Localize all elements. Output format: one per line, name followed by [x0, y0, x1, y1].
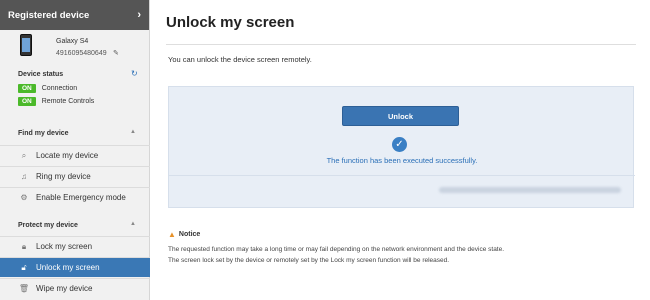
status-row-connection: ON Connection: [18, 84, 77, 93]
sidebar-item-locate[interactable]: ⌕ Locate my device: [0, 145, 150, 165]
sidebar-item-label: Ring my device: [36, 172, 91, 181]
refresh-icon[interactable]: ↻: [131, 69, 138, 78]
sidebar-item-label: Enable Emergency mode: [36, 193, 126, 202]
sidebar: Registered device › Galaxy S4 4916095480…: [0, 0, 150, 300]
unlock-icon: 🔓︎: [21, 262, 27, 272]
edit-icon[interactable]: ✎: [113, 49, 119, 57]
page-description: You can unlock the device screen remotel…: [168, 55, 312, 64]
on-badge: ON: [18, 97, 36, 106]
main-content: Unlock my screen You can unlock the devi…: [150, 0, 650, 300]
device-number: 4916095480649: [56, 50, 107, 57]
status-label: Connection: [41, 85, 78, 92]
notice-line: The screen lock set by the device or rem…: [168, 257, 450, 264]
notice-label: Notice: [178, 231, 201, 238]
protect-my-device-title: Protect my device: [18, 222, 78, 229]
action-panel: Unlock ✓ The function has been executed …: [168, 86, 635, 208]
sidebar-item-label: Unlock my screen: [36, 263, 100, 272]
collapse-caret-icon[interactable]: ▲: [130, 221, 136, 227]
sidebar-item-emergency[interactable]: ⚙ Enable Emergency mode: [0, 187, 150, 207]
registered-device-title: Registered device: [8, 9, 90, 21]
divider: [169, 175, 635, 176]
collapse-caret-icon[interactable]: ▲: [130, 129, 136, 135]
device-status-title: Device status: [18, 71, 64, 78]
sidebar-item-label: Lock my screen: [36, 242, 93, 251]
search-icon: ⌕: [21, 150, 27, 160]
blurred-timestamp: [439, 187, 621, 193]
sidebar-item-lock[interactable]: 🔒︎ Lock my screen: [0, 236, 150, 256]
notice-line: The requested function may take a long t…: [168, 246, 505, 253]
sidebar-item-ring[interactable]: ♫ Ring my device: [0, 166, 150, 186]
app-root: Registered device › Galaxy S4 4916095480…: [0, 0, 650, 300]
device-card: Galaxy S4 4916095480649 ✎: [0, 30, 149, 68]
phone-icon: [20, 34, 32, 56]
unlock-button[interactable]: Unlock: [342, 106, 459, 126]
find-my-device-title: Find my device: [18, 130, 69, 137]
trash-icon: 🗑︎: [18, 284, 30, 293]
registered-device-header[interactable]: Registered device ›: [0, 0, 149, 30]
checkmark-icon: ✓: [392, 137, 407, 152]
divider: [166, 44, 636, 45]
notice-title: ▲ Notice: [168, 230, 200, 239]
lock-icon: 🔒︎: [21, 241, 27, 251]
status-row-remote-controls: ON Remote Controls: [18, 97, 94, 106]
success-message: The function has been executed successfu…: [326, 156, 478, 165]
music-note-icon: ♫: [21, 172, 27, 181]
on-badge: ON: [18, 84, 36, 93]
sidebar-item-unlock[interactable]: 🔓︎ Unlock my screen: [0, 257, 150, 277]
sidebar-item-wipe[interactable]: 🗑︎ Wipe my device: [0, 278, 150, 298]
chevron-right-icon: ›: [137, 9, 141, 21]
status-label: Remote Controls: [41, 98, 95, 105]
page-title: Unlock my screen: [166, 14, 295, 31]
warning-icon: ▲: [168, 230, 176, 239]
sidebar-item-label: Wipe my device: [36, 284, 93, 293]
emergency-icon: ⚙: [20, 193, 28, 202]
sidebar-item-label: Locate my device: [36, 151, 99, 160]
device-name: Galaxy S4: [56, 38, 89, 45]
